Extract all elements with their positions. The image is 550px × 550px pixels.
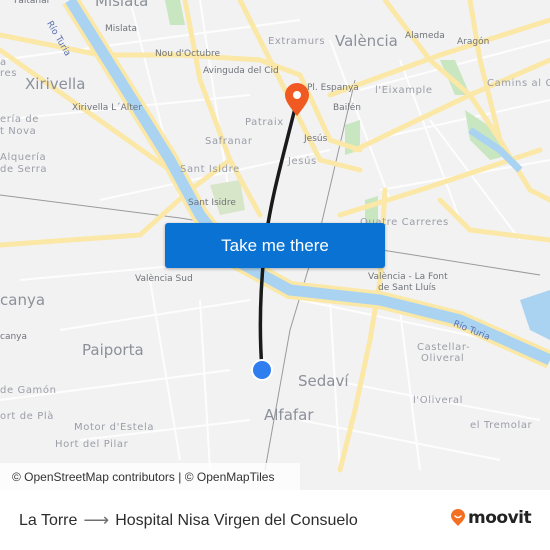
district-label: Safranar: [205, 136, 253, 147]
district-label: ort de Plà: [0, 411, 54, 422]
district-label: res: [0, 68, 18, 79]
district-label: Hort del Pilar: [55, 439, 129, 450]
city-label: Mislata: [95, 0, 149, 10]
station-label: València - La Font: [368, 272, 448, 282]
origin-name: La Torre: [19, 511, 78, 529]
station-label: Pl. Espanya: [307, 83, 359, 93]
district-label: l'Eixample: [375, 85, 433, 96]
route-summary: La Torre ⟶ Hospital Nisa Virgen del Cons…: [19, 510, 358, 531]
district-label: Castellar-: [417, 342, 471, 353]
station-label: Mislata: [105, 24, 138, 34]
port-water: [520, 290, 550, 340]
station-label: València Sud: [135, 274, 193, 284]
destination-pin-icon[interactable]: [285, 83, 309, 116]
moovit-logo[interactable]: moovit: [450, 508, 532, 528]
district-label: Patraix: [245, 117, 284, 128]
district-label: Motor d'Estela: [74, 422, 155, 433]
district-label: Oliveral: [421, 353, 465, 364]
arrow-right-icon: ⟶: [83, 510, 110, 530]
park: [165, 0, 185, 25]
station-label: Xirivella L´Alter: [72, 103, 143, 113]
station-label: Alameda: [405, 31, 445, 41]
take-me-there-button[interactable]: Take me there: [165, 223, 385, 268]
city-label: València: [335, 32, 398, 50]
district-label: l'Oliveral: [413, 395, 464, 406]
city-label: Paiporta: [82, 341, 144, 359]
station-label: Faitanar: [14, 0, 51, 6]
map-attribution[interactable]: © OpenStreetMap contributors | © OpenMap…: [0, 463, 300, 490]
station-label: Avinguda del Cid: [203, 66, 279, 76]
route-footer: La Torre ⟶ Hospital Nisa Virgen del Cons…: [0, 490, 550, 550]
destination-name: Hospital Nisa Virgen del Consuelo: [115, 511, 358, 529]
city-label: canya: [0, 291, 46, 309]
district-label: el Tremolar: [470, 420, 533, 431]
district-label: de Serra: [0, 164, 48, 175]
station-label: canya: [0, 332, 28, 342]
district-label: t Nova: [0, 126, 37, 137]
district-label: Camins al Gr: [487, 78, 550, 89]
city-label: Sedaví: [298, 372, 349, 390]
city-label: Xirivella: [25, 75, 86, 93]
district-label: Alquería: [0, 152, 47, 163]
origin-dot-icon[interactable]: [251, 359, 273, 381]
station-label: Bailén: [333, 103, 361, 113]
station-label: de Sant Lluís: [378, 283, 436, 293]
station-label: Jesús: [304, 134, 328, 144]
city-label: Alfafar: [264, 406, 314, 424]
station-label: Aragón: [457, 37, 490, 47]
moovit-wordmark: moovit: [468, 508, 532, 528]
district-label: Sant Isidre: [180, 164, 240, 175]
district-label: Extramurs: [268, 36, 326, 47]
moovit-pin-icon: [451, 509, 465, 526]
district-label: ería de: [0, 114, 40, 125]
map-view[interactable]: Mislata València Xirivella Paiporta Seda…: [0, 0, 550, 490]
district-label: a: [0, 57, 7, 68]
district-label: Jesús: [288, 156, 317, 167]
station-label: Nou d'Octubre: [155, 49, 221, 59]
district-label: de Gamón: [0, 385, 57, 396]
station-label: Sant Isidre: [188, 198, 236, 208]
